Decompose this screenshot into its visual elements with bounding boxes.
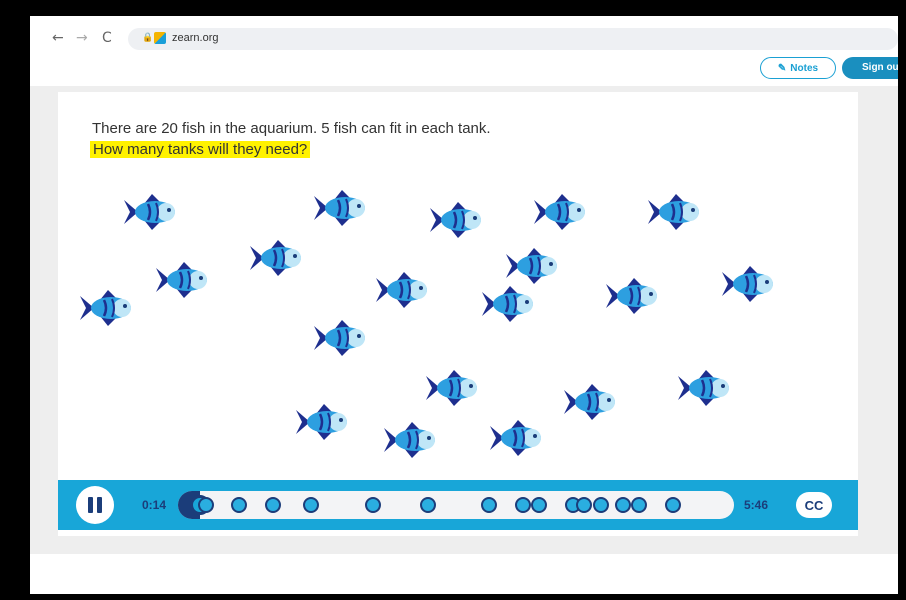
notes-label: Notes — [790, 62, 819, 74]
chapter-marker[interactable] — [364, 491, 381, 519]
screen: ← → C 🔒 zearn.org ✎ Notes Sign out There… — [30, 16, 898, 594]
pause-icon-bar — [97, 497, 102, 513]
app-topbar: ✎ Notes Sign out — [30, 56, 898, 82]
progress-track[interactable] — [178, 491, 734, 519]
total-time: 5:46 — [744, 498, 769, 512]
video-player[interactable]: There are 20 fish in the aquarium. 5 fis… — [58, 92, 858, 536]
address-bar[interactable]: 🔒 zearn.org — [128, 28, 898, 50]
chapter-marker[interactable] — [631, 491, 648, 519]
chapter-marker[interactable] — [197, 491, 214, 519]
fish-icon — [294, 402, 352, 442]
fish-icon — [488, 418, 546, 458]
fish-icon — [720, 264, 778, 304]
fish-icon — [562, 382, 620, 422]
chapter-marker[interactable] — [531, 491, 548, 519]
fish-icon — [248, 238, 306, 278]
fish-icon — [312, 188, 370, 228]
cc-button[interactable]: CC — [796, 492, 832, 518]
forward-icon[interactable]: → — [76, 30, 88, 46]
fish-icon — [382, 420, 440, 460]
fish-icon — [312, 318, 370, 358]
fish-icon — [428, 200, 486, 240]
fish-icon — [78, 288, 136, 328]
site-favicon — [154, 32, 166, 44]
chapter-marker[interactable] — [303, 491, 320, 519]
pencil-icon: ✎ — [777, 62, 787, 74]
chapter-marker[interactable] — [664, 491, 681, 519]
video-controls: 0:14 5:46 CC — [58, 480, 858, 530]
reload-icon[interactable]: C — [102, 30, 112, 46]
fish-icon — [504, 246, 562, 286]
fish-icon — [424, 368, 482, 408]
fish-icon — [374, 270, 432, 310]
chapter-marker[interactable] — [592, 491, 609, 519]
pause-icon — [88, 497, 93, 513]
back-icon[interactable]: ← — [52, 30, 64, 46]
pause-button[interactable] — [76, 486, 114, 524]
fish-icon — [676, 368, 734, 408]
fish-icon — [604, 276, 662, 316]
notes-button[interactable]: ✎ Notes — [760, 57, 836, 79]
current-time: 0:14 — [142, 498, 167, 512]
fish-icon — [532, 192, 590, 232]
chapter-marker[interactable] — [264, 491, 281, 519]
fish-icon — [646, 192, 704, 232]
chapter-marker[interactable] — [420, 491, 437, 519]
question-text: There are 20 fish in the aquarium. 5 fis… — [92, 120, 491, 137]
chapter-marker[interactable] — [514, 491, 531, 519]
chapter-marker[interactable] — [575, 491, 592, 519]
chapter-marker[interactable] — [231, 491, 248, 519]
question-highlight: How many tanks will they need? — [90, 141, 311, 158]
url-text: zearn.org — [172, 32, 219, 44]
sign-out-button[interactable]: Sign out — [842, 57, 898, 79]
lock-icon: 🔒 — [142, 32, 154, 42]
fish-icon — [480, 284, 538, 324]
browser-toolbar: ← → C 🔒 zearn.org — [30, 28, 898, 52]
fish-icon — [154, 260, 212, 300]
fish-icon — [122, 192, 180, 232]
chapter-marker[interactable] — [614, 491, 631, 519]
chapter-marker[interactable] — [481, 491, 498, 519]
